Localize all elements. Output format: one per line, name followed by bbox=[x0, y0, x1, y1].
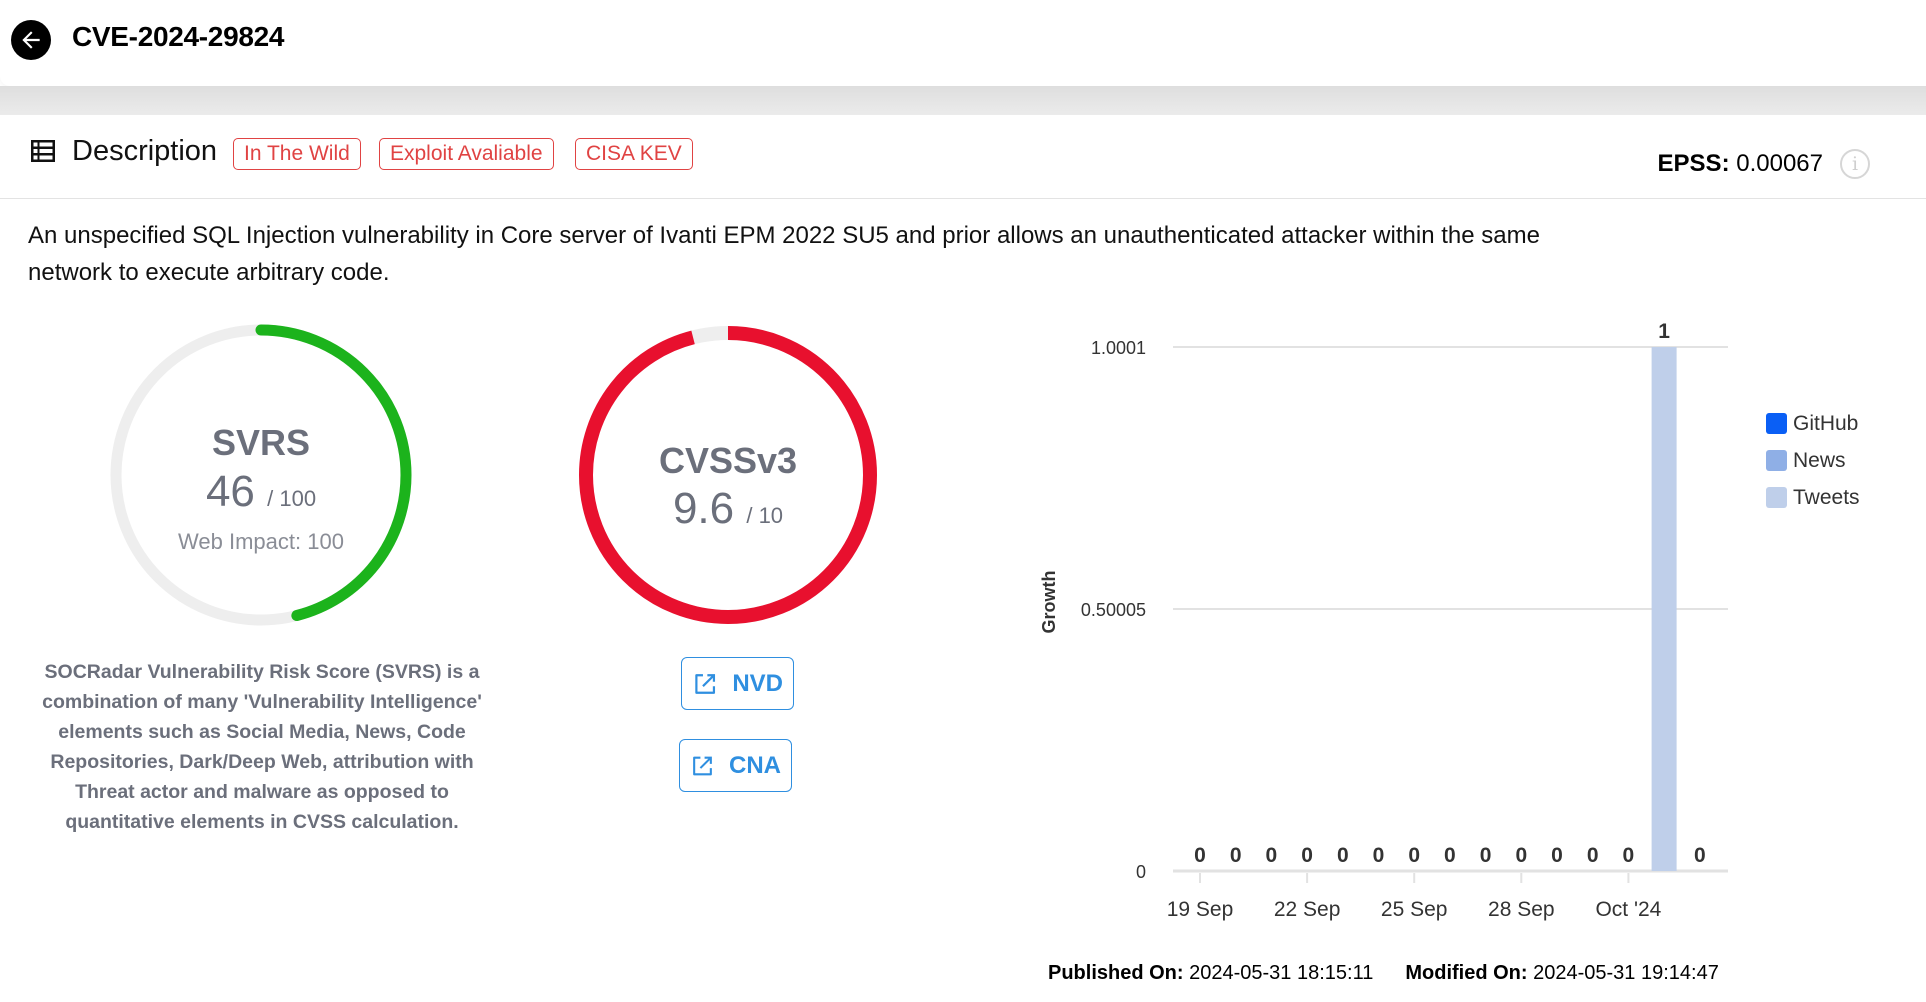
list-icon bbox=[31, 140, 55, 162]
legend-label-news: News bbox=[1793, 448, 1846, 472]
bar-value-label: 0 bbox=[1480, 844, 1492, 867]
y-tick-label: 0.50005 bbox=[1081, 600, 1146, 620]
modified-value: 2024-05-31 19:14:47 bbox=[1533, 962, 1719, 984]
growth-chart-svg: 00.500051.0001Growth0 0 0 0 0 0 0 0 0 0 0 0 01019 Se… bbox=[1039, 320, 1728, 921]
bar-value-label: 0 bbox=[1515, 844, 1527, 867]
epss-value: 0.00067 bbox=[1736, 150, 1823, 177]
x-tick-label: Oct '24 bbox=[1595, 898, 1661, 921]
bar-value-label: 0 bbox=[1230, 844, 1242, 867]
badge-cisa-kev: CISA KEV bbox=[575, 138, 693, 170]
legend-swatch-news bbox=[1766, 450, 1787, 471]
vulnerability-description: An unspecified SQL Injection vulnerabili… bbox=[28, 222, 1540, 286]
svrs-gauge: SVRS 46 / 100 Web Impact: 100 bbox=[108, 322, 414, 628]
growth-chart: 0 0.50005 1.0001 Growth 0 0 0 0 0 0 0 0 0 0 0 0 0 1 0 19 Se… bbox=[1020, 300, 1926, 940]
legend-item-tweets[interactable]: Tweets bbox=[1766, 479, 1860, 516]
description-header: Description In The Wild Exploit Avaliabl… bbox=[0, 115, 1926, 199]
back-button[interactable] bbox=[11, 20, 51, 60]
section-title: Description bbox=[72, 135, 218, 167]
legend-item-github[interactable]: GitHub bbox=[1766, 405, 1860, 442]
bar-value-label: 0 bbox=[1266, 844, 1278, 867]
bar-value-label: 0 bbox=[1551, 844, 1563, 867]
bar-value-label: 0 bbox=[1623, 844, 1635, 867]
bar-value-label: 0 bbox=[1587, 844, 1599, 867]
cvss-score-max: / 10 bbox=[746, 503, 784, 528]
legend-item-news[interactable]: News bbox=[1766, 442, 1860, 479]
cvss-score-value: 9.6 bbox=[672, 484, 735, 533]
info-icon[interactable]: i bbox=[1840, 149, 1870, 179]
chart-legend: GitHub News Tweets bbox=[1766, 405, 1860, 516]
bar-value-label: 1 bbox=[1658, 320, 1670, 343]
published-value: 2024-05-31 18:15:11 bbox=[1189, 962, 1374, 984]
cvss-label: CVSSv3 bbox=[658, 440, 798, 481]
badge-in-the-wild: In The Wild bbox=[233, 138, 361, 170]
bar-value-label: 0 bbox=[1444, 844, 1456, 867]
bar-value-label: 0 bbox=[1694, 844, 1706, 867]
svrs-score: 46 / 100 bbox=[108, 467, 414, 517]
cna-label: CNA bbox=[729, 751, 781, 779]
cve-detail-page: CVE-2024-29824 Description In The Wild E… bbox=[0, 0, 1926, 1002]
y-tick-label: 1.0001 bbox=[1091, 338, 1146, 358]
x-tick-label: 19 Sep bbox=[1167, 898, 1234, 921]
header-separator bbox=[0, 86, 1926, 115]
epss-label: EPSS: bbox=[1657, 150, 1730, 177]
svrs-score-max: / 100 bbox=[267, 486, 317, 511]
nvd-link-button[interactable]: NVD bbox=[681, 657, 794, 710]
cna-link-button[interactable]: CNA bbox=[679, 739, 792, 792]
svrs-label: SVRS bbox=[211, 422, 311, 463]
bar-tweets bbox=[1651, 347, 1677, 872]
cve-title: CVE-2024-29824 bbox=[72, 21, 285, 52]
publication-dates: Published On: 2024-05-31 18:15:11 Modifie… bbox=[1048, 962, 1719, 985]
bar-value-label: 0 bbox=[1337, 844, 1349, 867]
modified-label: Modified On: bbox=[1405, 962, 1528, 984]
arrow-left-icon bbox=[22, 31, 40, 49]
cvss-score: 9.6 / 10 bbox=[575, 484, 881, 534]
legend-swatch-github bbox=[1766, 413, 1787, 434]
web-impact: Web Impact: 100 bbox=[178, 529, 344, 554]
epss-score: EPSS: 0.00067 bbox=[1658, 150, 1823, 178]
x-tick-label: 28 Sep bbox=[1488, 898, 1555, 921]
badge-exploit-available: Exploit Avaliable bbox=[379, 138, 554, 170]
y-tick-label: 0 bbox=[1136, 862, 1146, 882]
external-link-icon bbox=[695, 673, 716, 694]
legend-label-tweets: Tweets bbox=[1793, 485, 1860, 509]
x-tick-label: 22 Sep bbox=[1274, 898, 1341, 921]
bar-value-label: 0 bbox=[1373, 844, 1385, 867]
y-axis-label: Growth bbox=[1039, 571, 1059, 634]
bar-value-label: 0 bbox=[1301, 844, 1313, 867]
svrs-score-value: 46 bbox=[205, 467, 255, 516]
legend-label-github: GitHub bbox=[1793, 411, 1859, 435]
external-link-icon bbox=[693, 756, 712, 775]
nvd-label: NVD bbox=[732, 669, 783, 697]
published-label: Published On: bbox=[1048, 962, 1184, 984]
svrs-explanation: SOCRadar Vulnerability Risk Score (SVRS)… bbox=[42, 661, 482, 833]
bar-value-label: 0 bbox=[1408, 844, 1420, 867]
legend-swatch-tweets bbox=[1766, 487, 1787, 508]
cvss-gauge: CVSSv3 9.6 / 10 bbox=[575, 322, 881, 628]
x-tick-label: 25 Sep bbox=[1381, 898, 1448, 921]
top-bar: CVE-2024-29824 bbox=[0, 0, 1926, 86]
bar-value-label: 0 bbox=[1194, 844, 1206, 867]
